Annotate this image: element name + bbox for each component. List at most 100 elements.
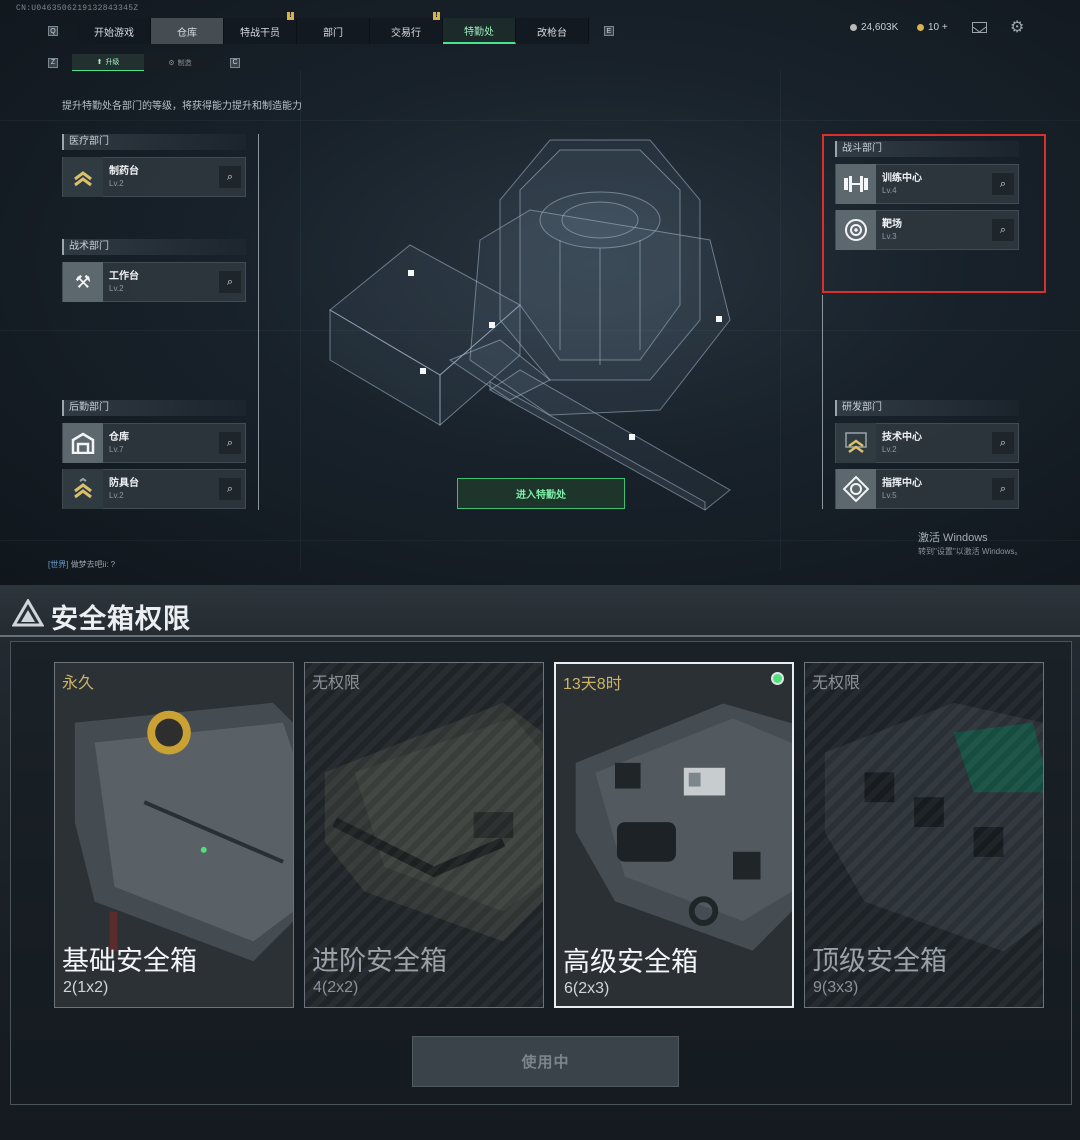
tab-warehouse[interactable]: 仓库 [151, 18, 224, 44]
dept-name: 工作台 [109, 270, 139, 282]
nav-left-key-hint[interactable]: Q [48, 26, 58, 36]
subnav-right-key-hint[interactable]: C [230, 57, 240, 68]
highlight-box [822, 134, 1046, 293]
dept-card-workbench[interactable]: ⚒ 工作台 Lv.2 ⌕ [62, 262, 246, 302]
safebox-name: 基础安全箱 [62, 946, 197, 976]
subtab-label: 制造 [177, 59, 192, 67]
safebox-card-premium[interactable]: 13天8时 高级安全箱 6(2x3) [554, 662, 794, 1008]
watermark-line1: 激活 Windows [918, 532, 988, 544]
dept-level: Lv.2 [109, 178, 124, 188]
tab-label: 改枪台 [537, 27, 567, 39]
safebox-header: 安全箱权限 [0, 585, 1080, 637]
safebox-duration-tag: 无权限 [812, 675, 861, 692]
magnifier-icon[interactable]: ⌕ [219, 478, 241, 500]
delta-logo-icon [12, 599, 44, 627]
safebox-duration-tag: 13天8时 [563, 676, 622, 693]
dept-level: Lv.2 [109, 283, 124, 293]
dept-name: 制药台 [109, 165, 139, 177]
dept-card-storage[interactable]: 仓库 Lv.7 ⌕ [62, 423, 246, 463]
command-emblem-icon [836, 469, 876, 509]
section-tactical: 战术部门 [62, 239, 246, 255]
section-research: 研发部门 [835, 400, 1019, 416]
windows-activation-watermark: 激活 Windows 转到"设置"以激活 Windows。 [918, 532, 1022, 558]
safebox-card-top[interactable]: 无权限 顶级安全箱 9(3x3) [804, 662, 1044, 1008]
silver-coin-icon [850, 24, 857, 31]
tab-label: 特战干员 [240, 27, 280, 39]
safebox-card-advanced[interactable]: 无权限 进阶安全箱 4(2x2) [304, 662, 544, 1008]
chat-line[interactable]: [世界] 做梦去吧ii: ? [48, 559, 115, 570]
dept-card-command-center[interactable]: 指挥中心 Lv.5 ⌕ [835, 469, 1019, 509]
gold-currency[interactable]: 10 + [917, 22, 948, 33]
armor-chevron-icon [63, 469, 103, 509]
notification-badge: ! [287, 12, 294, 20]
main-nav: Q 开始游戏 仓库 特战干员! 部门 交易行! 特勤处 改枪台 E [48, 12, 614, 44]
safebox-panel: 安全箱权限 永久 基础安全箱 2(1x2) 无权限 进阶安全箱 4(2x2) 1… [0, 585, 1080, 1140]
magnifier-icon[interactable]: ⌕ [992, 478, 1014, 500]
safebox-name: 进阶安全箱 [312, 946, 447, 976]
tech-chevron-icon [836, 423, 876, 463]
craft-icon: ⚙ [168, 59, 175, 67]
subtab-craft[interactable]: ⚙ 制造 [144, 54, 216, 71]
dept-name: 技术中心 [882, 431, 922, 443]
dept-card-armor-bench[interactable]: 防具台 Lv.2 ⌕ [62, 469, 246, 509]
silver-currency: 24,603K [850, 22, 898, 33]
dept-level: Lv.2 [882, 444, 897, 454]
tab-start-game[interactable]: 开始游戏 [78, 18, 151, 44]
safebox-capacity: 6(2x3) [564, 980, 610, 997]
magnifier-icon[interactable]: ⌕ [219, 166, 241, 188]
facility-wireframe [329, 139, 731, 511]
settings-gear-icon[interactable]: ⚙ [1010, 20, 1024, 36]
tab-operators[interactable]: 特战干员! [224, 12, 297, 44]
magnifier-icon[interactable]: ⌕ [219, 432, 241, 454]
tab-label: 交易行 [391, 27, 421, 39]
notification-badge: ! [433, 12, 440, 20]
nav-right-key-hint[interactable]: E [604, 26, 614, 36]
dept-name: 仓库 [109, 431, 129, 443]
safebox-capacity: 9(3x3) [813, 979, 859, 996]
safebox-card-basic[interactable]: 永久 基础安全箱 2(1x2) [54, 662, 294, 1008]
dept-name: 指挥中心 [882, 477, 922, 489]
safebox-name: 高级安全箱 [563, 947, 698, 977]
right-bracket [822, 295, 823, 509]
safebox-capacity: 2(1x2) [63, 979, 109, 996]
mail-icon[interactable] [972, 22, 987, 33]
tab-label: 仓库 [177, 27, 197, 39]
magnifier-icon[interactable]: ⌕ [992, 432, 1014, 454]
safebox-duration-tag: 无权限 [312, 675, 361, 692]
dept-card-tech-center[interactable]: 技术中心 Lv.2 ⌕ [835, 423, 1019, 463]
dept-level: Lv.2 [109, 490, 124, 500]
safebox-title: 安全箱权限 [51, 604, 191, 634]
grid-line [0, 120, 1080, 121]
tab-gunsmith[interactable]: 改枪台 [516, 18, 589, 44]
in-use-button[interactable]: 使用中 [412, 1036, 679, 1087]
section-logistics: 后勤部门 [62, 400, 246, 416]
pharmacy-chevron-icon [63, 157, 103, 197]
gold-amount: 10 + [928, 22, 948, 33]
dept-card-pharmacy[interactable]: 制药台 Lv.2 ⌕ [62, 157, 246, 197]
safebox-duration-tag: 永久 [62, 675, 95, 692]
subtab-upgrade[interactable]: ⬆ 升级 [72, 54, 144, 71]
grid-line [780, 70, 781, 570]
dept-name: 防具台 [109, 477, 139, 489]
chat-message: 做梦去吧ii: ? [70, 560, 116, 569]
enter-special-ops-button[interactable]: 进入特勤处 [457, 478, 625, 509]
magnifier-icon[interactable]: ⌕ [219, 271, 241, 293]
user-id-label: CN:U0463506219132843345Z [16, 4, 139, 13]
subnav-left-key-hint[interactable]: Z [48, 57, 58, 68]
chat-channel: [世界] [48, 560, 69, 569]
tab-label: 开始游戏 [94, 27, 134, 39]
page-description: 提升特勤处各部门的等级，将获得能力提升和制造能力 [62, 101, 302, 112]
garage-icon [63, 423, 103, 463]
sub-nav: Z ⬆ 升级 ⚙ 制造 C [48, 54, 240, 71]
tab-label: 部门 [323, 27, 343, 39]
tools-icon: ⚒ [63, 262, 103, 302]
silver-amount: 24,603K [861, 22, 899, 33]
left-bracket [258, 134, 259, 510]
tab-departments[interactable]: 部门 [297, 18, 370, 44]
tab-special-ops[interactable]: 特勤处 [443, 18, 516, 44]
watermark-line2: 转到"设置"以激活 Windows。 [918, 547, 1023, 556]
section-medical: 医疗部门 [62, 134, 246, 150]
subtab-label: 升级 [105, 59, 120, 66]
tab-trading[interactable]: 交易行! [370, 12, 443, 44]
gold-coin-icon [917, 24, 924, 31]
